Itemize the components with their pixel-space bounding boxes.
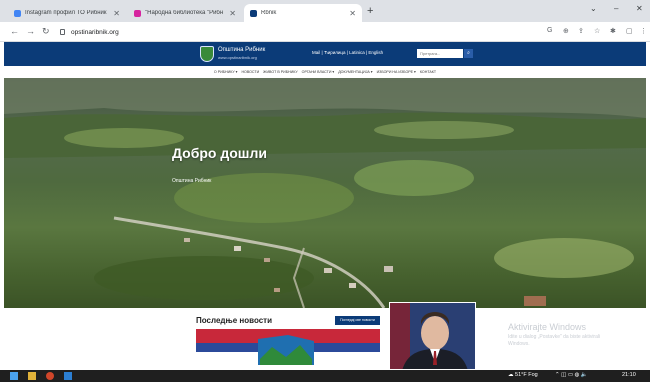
aerial-landscape-image bbox=[4, 78, 646, 308]
official-portrait-image bbox=[389, 302, 476, 370]
forward-arrow-icon[interactable]: → bbox=[26, 26, 35, 36]
news-thumbnail-image[interactable] bbox=[196, 329, 380, 370]
google-lens-icon[interactable]: G bbox=[547, 27, 552, 34]
browser-tab-active[interactable]: Rbnik ✕ bbox=[244, 4, 362, 22]
minimize-icon[interactable]: – bbox=[614, 4, 618, 13]
zoom-icon[interactable]: ⊕ bbox=[563, 27, 569, 35]
tab-title: Rbnik bbox=[261, 10, 277, 16]
hero-banner: Добро дошли Општина Рибник bbox=[4, 78, 646, 308]
back-arrow-icon[interactable]: ← bbox=[10, 26, 19, 36]
file-explorer-icon[interactable] bbox=[28, 372, 36, 380]
windows-taskbar: ☁ 51°F Fog ⌃ ◫ ▭ ◍ 🔈 21:10 bbox=[0, 370, 650, 382]
weather-status[interactable]: ☁ 51°F Fog bbox=[508, 372, 538, 378]
chevron-down-icon[interactable]: ⌄ bbox=[590, 4, 597, 13]
activation-text-2: Windows. bbox=[508, 341, 530, 347]
site-search-input[interactable]: Претрага... bbox=[417, 49, 463, 58]
sidebar-icon[interactable]: ▢ bbox=[626, 27, 633, 35]
start-button-icon[interactable] bbox=[10, 372, 18, 380]
browser-tab[interactable]: "Народна библиотека "Рибн ✕ bbox=[128, 4, 242, 22]
address-bar-row: ← → ↻ opstinaribnik.org G ⊕ ⇪ ☆ ✱ ▢ ⋮ bbox=[0, 22, 650, 42]
nav-item[interactable]: Контакт bbox=[420, 70, 436, 74]
clock[interactable]: 21:10 bbox=[622, 372, 636, 378]
all-news-button[interactable]: Погледај све новости bbox=[335, 316, 380, 325]
site-title[interactable]: Општина Рибник bbox=[218, 47, 265, 53]
url-input[interactable]: opstinaribnik.org bbox=[60, 25, 530, 39]
nav-item[interactable]: Органи власти ▾ bbox=[302, 70, 335, 74]
activation-title: Aktivirajte Windows bbox=[508, 322, 587, 332]
hero-title: Добро дошли bbox=[172, 145, 267, 161]
close-tab-icon[interactable]: ✕ bbox=[113, 9, 120, 18]
reload-icon[interactable]: ↻ bbox=[42, 26, 50, 37]
browser-tab-bar: Instagram профил ТО Рибник ✕ "Народна би… bbox=[0, 0, 650, 22]
nav-item[interactable]: Живот в Рибнику bbox=[263, 70, 298, 74]
weather-text: 51°F Fog bbox=[515, 372, 538, 378]
share-icon[interactable]: ⇪ bbox=[578, 27, 584, 35]
bookmark-star-icon[interactable]: ☆ bbox=[594, 27, 600, 35]
close-window-icon[interactable]: ✕ bbox=[636, 4, 643, 13]
nav-item[interactable]: Новости bbox=[241, 70, 259, 74]
hero-subtitle: Општина Рибник bbox=[172, 178, 212, 184]
tray-icons[interactable]: ⌃ ◫ ▭ ◍ 🔈 bbox=[555, 372, 588, 378]
main-navigation: О Рибнику ▾ Новости Живот в Рибнику Орга… bbox=[4, 66, 646, 78]
site-subtitle: www.opstinaribnik.org bbox=[218, 55, 257, 60]
header-links[interactable]: Mail | Ћирилица | Latinica | English bbox=[312, 50, 383, 55]
municipality-crest-icon bbox=[200, 46, 214, 62]
activation-text-1: Idite u dialog „Postavke" da biste aktiv… bbox=[508, 334, 601, 340]
close-tab-icon[interactable]: ✕ bbox=[349, 9, 356, 18]
news-section-title: Последње новости bbox=[196, 316, 273, 325]
tab-title: "Народна библиотека "Рибн bbox=[145, 10, 224, 16]
close-tab-icon[interactable]: ✕ bbox=[229, 9, 236, 18]
extensions-icon[interactable]: ✱ bbox=[610, 27, 616, 35]
site-favicon-icon bbox=[250, 9, 257, 17]
new-tab-icon[interactable]: + bbox=[367, 5, 373, 17]
browser-tab[interactable]: Instagram профил ТО Рибник ✕ bbox=[8, 4, 126, 22]
nav-item[interactable]: Избори на изборе ▾ bbox=[377, 70, 416, 74]
site-header: Општина Рибник www.opstinaribnik.org Mai… bbox=[4, 42, 646, 66]
chrome-icon[interactable] bbox=[46, 372, 54, 380]
url-text: opstinaribnik.org bbox=[71, 28, 119, 36]
nav-item[interactable]: Документација ▾ bbox=[338, 70, 372, 74]
windows-activation-watermark: Aktivirajte Windows Idite u dialog „Post… bbox=[508, 322, 648, 348]
menu-dots-icon[interactable]: ⋮ bbox=[640, 27, 647, 35]
lock-icon bbox=[60, 29, 65, 35]
search-button[interactable]: ⌕ bbox=[464, 49, 473, 58]
app-icon[interactable] bbox=[64, 372, 72, 380]
cloud-icon: ☁ bbox=[508, 372, 514, 378]
tab-title: Instagram профил ТО Рибник bbox=[25, 10, 107, 16]
google-favicon-icon bbox=[14, 9, 21, 17]
instagram-favicon-icon bbox=[134, 9, 141, 17]
nav-item[interactable]: О Рибнику ▾ bbox=[214, 70, 238, 74]
